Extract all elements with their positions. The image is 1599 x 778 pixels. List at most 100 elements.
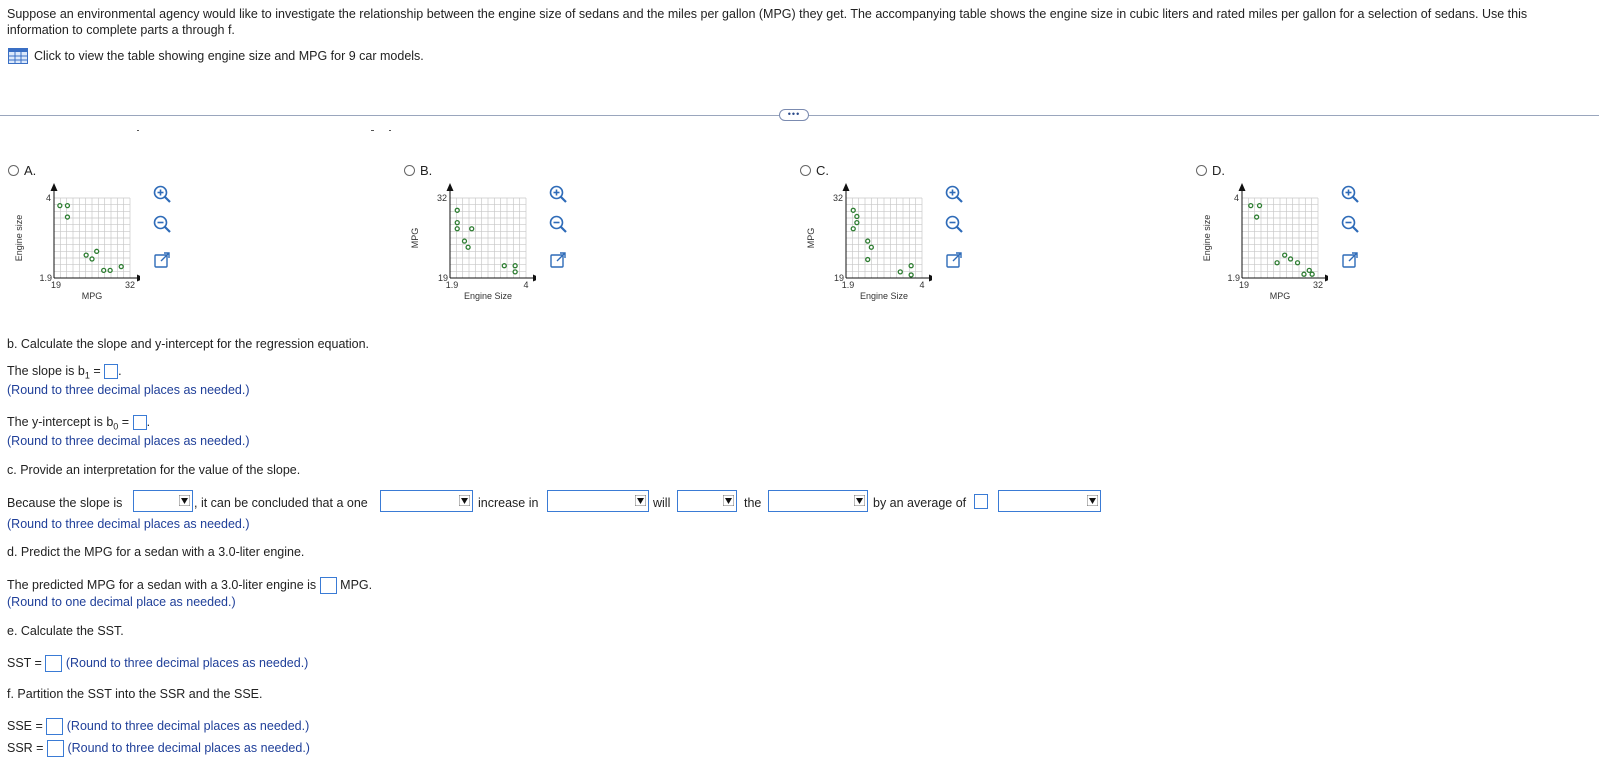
- part-f-heading: f. Partition the SST into the SSR and th…: [7, 687, 263, 701]
- zoom-out-icon[interactable]: [943, 213, 965, 235]
- view-table-link-text: Click to view the table showing engine s…: [34, 49, 424, 63]
- prediction-unit: MPG.: [340, 577, 373, 592]
- data-point: [64, 214, 71, 220]
- y-axis-arrow: [842, 183, 850, 191]
- slope-sign-dropdown[interactable]: [133, 490, 193, 512]
- option-a[interactable]: A.: [8, 163, 36, 178]
- data-point: [854, 213, 860, 220]
- slope-label: The slope is b: [7, 364, 85, 378]
- scatter-plot-c: 32191.9 4Engine SizeMPG: [806, 183, 932, 301]
- slope-equals: =: [89, 364, 101, 378]
- data-point: [865, 256, 871, 263]
- part-e-heading: e. Calculate the SST.: [7, 624, 124, 638]
- data-point: [897, 269, 903, 275]
- by-average-label: by an average of: [873, 496, 967, 510]
- data-point: [1306, 267, 1312, 274]
- open-new-window-icon[interactable]: [547, 249, 569, 271]
- zoom-in-icon[interactable]: [943, 183, 965, 205]
- zoom-in-icon[interactable]: [151, 183, 173, 205]
- x-axis-label: MPG: [1270, 291, 1291, 301]
- data-point: [465, 244, 471, 250]
- sst-rounding-note: (Round to three decimal places as needed…: [65, 655, 309, 670]
- the-label: the: [744, 496, 762, 510]
- intercept-equals: =: [118, 415, 130, 429]
- expand-more-button[interactable]: •••: [779, 109, 809, 121]
- because-label: Because the slope is: [7, 496, 123, 510]
- part-c-rounding-note: (Round to three decimal places as needed…: [7, 517, 250, 531]
- prediction-input[interactable]: [319, 577, 337, 594]
- table-icon: [8, 48, 28, 64]
- data-point: [118, 263, 124, 270]
- data-point: [908, 272, 914, 278]
- dropdown-arrow-icon: [723, 495, 734, 506]
- variable-dropdown[interactable]: [547, 490, 649, 512]
- sst-label: SST =: [7, 655, 42, 670]
- sst-row: SST = (Round to three decimal places as …: [7, 655, 308, 672]
- y-axis-arrow: [1238, 183, 1246, 191]
- data-point: [461, 238, 468, 244]
- data-point: [854, 219, 860, 226]
- part-d-heading: d. Predict the MPG for a sedan with a 3.…: [7, 545, 305, 559]
- zoom-out-icon[interactable]: [547, 213, 569, 235]
- x-axis-left-tick: 19: [51, 280, 61, 290]
- average-unit-dropdown[interactable]: [998, 490, 1101, 512]
- data-point: [1256, 202, 1263, 209]
- part-c-heading: c. Provide an interpretation for the val…: [7, 463, 301, 477]
- zoom-out-icon[interactable]: [151, 213, 173, 235]
- ssr-row: SSR = (Round to three decimal places as …: [7, 740, 310, 757]
- data-point: [57, 202, 63, 209]
- y-axis-top-tick: 4: [1234, 193, 1239, 203]
- sse-input[interactable]: [46, 718, 64, 735]
- x-axis-label: Engine Size: [860, 291, 908, 301]
- option-label: A.: [24, 163, 37, 178]
- open-new-window-icon[interactable]: [151, 249, 173, 271]
- option-label: C.: [816, 163, 829, 178]
- dropdown-arrow-icon: [179, 495, 190, 506]
- option-b[interactable]: B.: [404, 163, 432, 178]
- intercept-input[interactable]: [132, 415, 147, 431]
- data-point: [850, 226, 856, 232]
- radio-button[interactable]: [800, 165, 811, 176]
- open-new-window-icon[interactable]: [943, 249, 965, 271]
- zoom-in-icon[interactable]: [547, 183, 569, 205]
- radio-button[interactable]: [1196, 165, 1207, 176]
- radio-button[interactable]: [8, 165, 19, 176]
- option-label: D.: [1212, 163, 1225, 178]
- option-d[interactable]: D.: [1196, 163, 1225, 178]
- y-axis-top-tick: 4: [46, 193, 51, 203]
- view-table-link[interactable]: Click to view the table showing engine s…: [8, 48, 424, 64]
- y-axis-label: Engine size: [1202, 215, 1212, 262]
- data-point: [107, 267, 113, 274]
- sse-row: SSE = (Round to three decimal places as …: [7, 718, 309, 735]
- x-axis-left-tick: 1.9: [842, 280, 855, 290]
- response-variable-dropdown[interactable]: [768, 490, 868, 512]
- intercept-rounding-note: (Round to three decimal places as needed…: [7, 434, 250, 448]
- unit-dropdown[interactable]: [380, 490, 473, 512]
- average-amount-input[interactable]: [974, 494, 988, 509]
- stray-mark: [137, 130, 139, 131]
- data-point: [512, 263, 518, 269]
- data-point: [1287, 256, 1294, 262]
- radio-button[interactable]: [404, 165, 415, 176]
- scatter-plot-d: 41.919 32MPGEngine size: [1202, 183, 1328, 301]
- data-point: [101, 267, 107, 274]
- data-point: [1294, 260, 1301, 266]
- ssr-input[interactable]: [46, 740, 64, 757]
- data-point: [1253, 214, 1260, 220]
- y-axis-label: Engine size: [14, 215, 24, 262]
- slope-input[interactable]: [104, 364, 119, 380]
- data-point: [94, 248, 100, 254]
- part-d-rounding-note: (Round to one decimal place as needed.): [7, 595, 236, 609]
- zoom-in-icon[interactable]: [1339, 183, 1361, 205]
- direction-dropdown[interactable]: [677, 490, 737, 512]
- y-axis-arrow: [446, 183, 454, 191]
- part-b-heading: b. Calculate the slope and y-intercept f…: [7, 337, 370, 351]
- sst-input[interactable]: [45, 655, 63, 672]
- stray-mark: [371, 130, 374, 131]
- zoom-out-icon[interactable]: [1339, 213, 1361, 235]
- sse-label: SSE =: [7, 718, 43, 733]
- option-c[interactable]: C.: [800, 163, 829, 178]
- x-axis-label: Engine Size: [464, 291, 512, 301]
- data-point: [1282, 252, 1288, 258]
- open-new-window-icon[interactable]: [1339, 249, 1361, 271]
